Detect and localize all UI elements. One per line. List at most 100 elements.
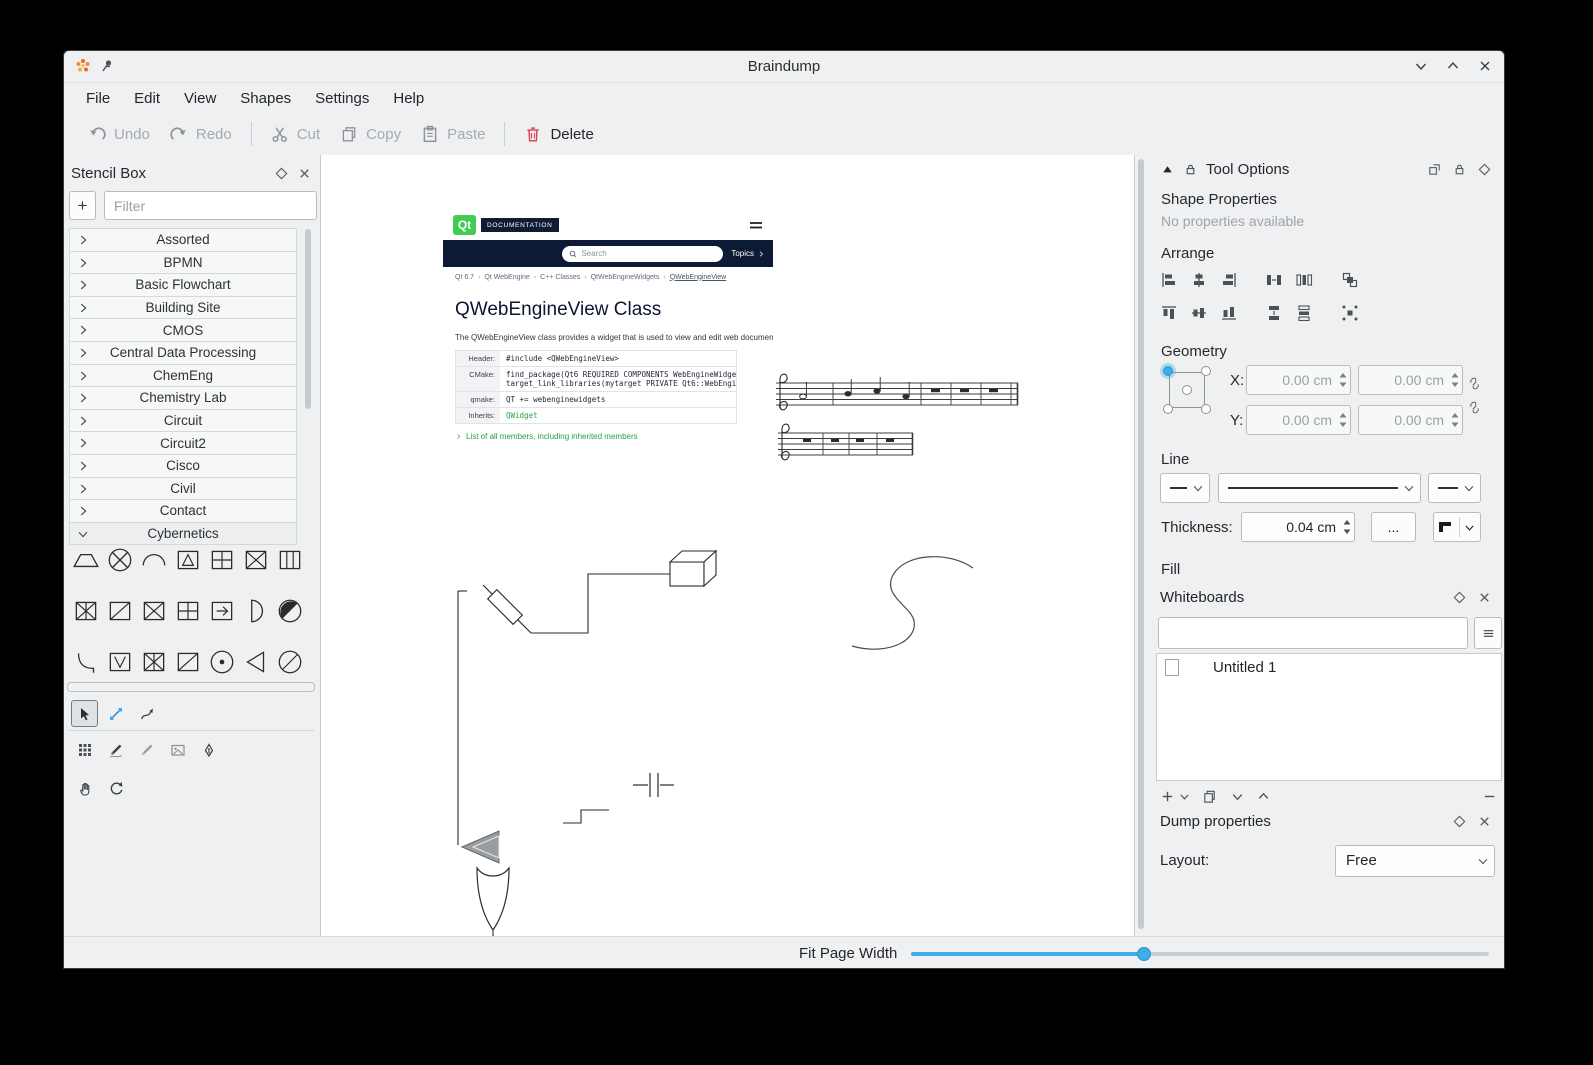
close-icon[interactable] xyxy=(297,166,312,181)
stencil-shape-box-plus-2[interactable] xyxy=(173,596,203,626)
stencil-shape-trapezoid[interactable] xyxy=(71,545,101,575)
stencil-shape-box-diagonal[interactable] xyxy=(105,596,135,626)
distribute-horizontal-button[interactable] xyxy=(1261,267,1287,293)
stencil-shape-circle-dot[interactable] xyxy=(207,647,237,676)
group-objects-button[interactable] xyxy=(1337,267,1363,293)
duplicate-whiteboard-button[interactable] xyxy=(1198,785,1220,807)
calligraphy-tool-button[interactable] xyxy=(195,736,222,763)
qt-doc-snapshot[interactable]: Qt DOCUMENTATION Search Topics xyxy=(443,210,773,472)
link-icon[interactable] xyxy=(1468,401,1481,414)
pattern-tool-button[interactable] xyxy=(133,736,160,763)
or-gate[interactable] xyxy=(477,868,509,936)
distribute-vertical-centers-button[interactable] xyxy=(1291,300,1317,326)
anchor-bottom-left[interactable] xyxy=(1163,404,1173,414)
stencil-category-building-site[interactable]: Building Site xyxy=(69,296,297,320)
spinner-arrows-icon[interactable] xyxy=(1450,371,1460,389)
x-position-input[interactable] xyxy=(1246,365,1351,395)
music-staff-1[interactable] xyxy=(776,374,1018,410)
cube[interactable] xyxy=(670,551,716,586)
stencil-shape-box-triangle[interactable] xyxy=(173,545,203,575)
whiteboard-canvas[interactable]: Qt DOCUMENTATION Search Topics xyxy=(320,155,1135,936)
align-bottom-button[interactable] xyxy=(1216,300,1242,326)
zoom-slider[interactable] xyxy=(911,952,1489,956)
stencil-shape-triangle-left[interactable] xyxy=(241,647,271,676)
lock-icon[interactable] xyxy=(1183,162,1198,177)
layout-select[interactable]: Free xyxy=(1335,845,1495,877)
freehand-path-tool-button[interactable] xyxy=(133,700,160,727)
menu-view[interactable]: View xyxy=(172,86,228,111)
stencil-shape-box-x-vline-2[interactable] xyxy=(139,647,169,676)
resistor[interactable] xyxy=(483,585,531,633)
spinner-arrows-icon[interactable] xyxy=(1342,518,1352,536)
stencil-shape-box-arrow[interactable] xyxy=(207,596,237,626)
distribute-vertical-button[interactable] xyxy=(1261,300,1287,326)
stencil-filter-input[interactable] xyxy=(104,191,317,220)
pan-tool-button[interactable] xyxy=(71,774,98,801)
anchor-top-right[interactable] xyxy=(1201,366,1211,376)
move-up-button[interactable] xyxy=(1252,785,1274,807)
stencil-shape-box-x-2[interactable] xyxy=(139,596,169,626)
link-icon[interactable] xyxy=(1468,377,1481,390)
collapse-triangle-icon[interactable] xyxy=(1160,162,1175,177)
cut-button[interactable]: Cut xyxy=(261,119,330,149)
align-top-button[interactable] xyxy=(1156,300,1182,326)
detach-icon[interactable] xyxy=(1427,162,1442,177)
align-right-button[interactable] xyxy=(1216,267,1242,293)
line-cap-style-button[interactable] xyxy=(1433,512,1481,542)
undo-button[interactable]: Undo xyxy=(78,119,160,149)
pencil-tool-button[interactable] xyxy=(102,736,129,763)
wire[interactable] xyxy=(531,574,670,633)
stencil-shape-circle-slash[interactable] xyxy=(275,647,305,676)
select-tool-button[interactable] xyxy=(71,700,98,727)
line-end-style-select[interactable] xyxy=(1428,473,1481,503)
s-curve[interactable] xyxy=(852,557,973,650)
stencil-category-circuit2[interactable]: Circuit2 xyxy=(69,431,297,455)
float-icon[interactable] xyxy=(1452,814,1467,829)
zoom-tool-button[interactable] xyxy=(102,774,129,801)
switch[interactable] xyxy=(563,810,609,823)
menu-help[interactable]: Help xyxy=(381,86,436,111)
stencil-category-basic-flowchart[interactable]: Basic Flowchart xyxy=(69,273,297,297)
stencil-category-contact[interactable]: Contact xyxy=(69,499,297,523)
stencil-category-chemistry-lab[interactable]: Chemistry Lab xyxy=(69,386,297,410)
delete-button[interactable]: Delete xyxy=(514,119,603,149)
float-icon[interactable] xyxy=(1477,162,1492,177)
stencil-shape-arc[interactable] xyxy=(139,545,169,575)
line-start-style-select[interactable] xyxy=(1160,473,1210,503)
stencil-category-cybernetics[interactable]: Cybernetics xyxy=(69,522,297,546)
stencil-shape-hook[interactable] xyxy=(71,647,101,676)
stencil-category-chemeng[interactable]: ChemEng xyxy=(69,364,297,388)
position-anchor-widget[interactable] xyxy=(1162,365,1212,415)
minimize-button[interactable] xyxy=(1412,57,1430,75)
redo-button[interactable]: Redo xyxy=(160,119,242,149)
whiteboards-view-options-button[interactable] xyxy=(1474,617,1502,649)
whiteboard-list-item[interactable]: Untitled 1 xyxy=(1157,654,1501,680)
stencil-category-bpmn[interactable]: BPMN xyxy=(69,251,297,275)
connection-tool-button[interactable] xyxy=(102,700,129,727)
stencil-shape-half-moon[interactable] xyxy=(241,596,271,626)
stencil-category-assorted[interactable]: Assorted xyxy=(69,228,297,252)
canvas-scrollbar[interactable] xyxy=(1137,155,1145,936)
move-down-button[interactable] xyxy=(1226,785,1248,807)
image-tool-button[interactable] xyxy=(164,736,191,763)
close-icon[interactable] xyxy=(1477,814,1492,829)
add-whiteboard-button[interactable] xyxy=(1156,785,1178,807)
copy-button[interactable]: Copy xyxy=(330,119,411,149)
anchor-bottom-right[interactable] xyxy=(1201,404,1211,414)
stencil-shape-box-vlines[interactable] xyxy=(275,545,305,575)
align-left-button[interactable] xyxy=(1156,267,1182,293)
stencil-shape-box-x[interactable] xyxy=(241,545,271,575)
thickness-input[interactable] xyxy=(1241,512,1355,542)
spinner-arrows-icon[interactable] xyxy=(1450,411,1460,429)
paste-button[interactable]: Paste xyxy=(411,119,495,149)
zoom-mode-label[interactable]: Fit Page Width xyxy=(799,945,897,962)
width-input[interactable] xyxy=(1358,365,1463,395)
spread-objects-button[interactable] xyxy=(1337,300,1363,326)
stencil-category-cmos[interactable]: CMOS xyxy=(69,318,297,342)
y-position-input[interactable] xyxy=(1246,405,1351,435)
add-whiteboard-dropdown[interactable] xyxy=(1176,785,1192,807)
whiteboards-filter-input[interactable] xyxy=(1158,617,1468,649)
menu-file[interactable]: File xyxy=(74,86,122,111)
anchor-center[interactable] xyxy=(1182,385,1192,395)
menu-edit[interactable]: Edit xyxy=(122,86,172,111)
